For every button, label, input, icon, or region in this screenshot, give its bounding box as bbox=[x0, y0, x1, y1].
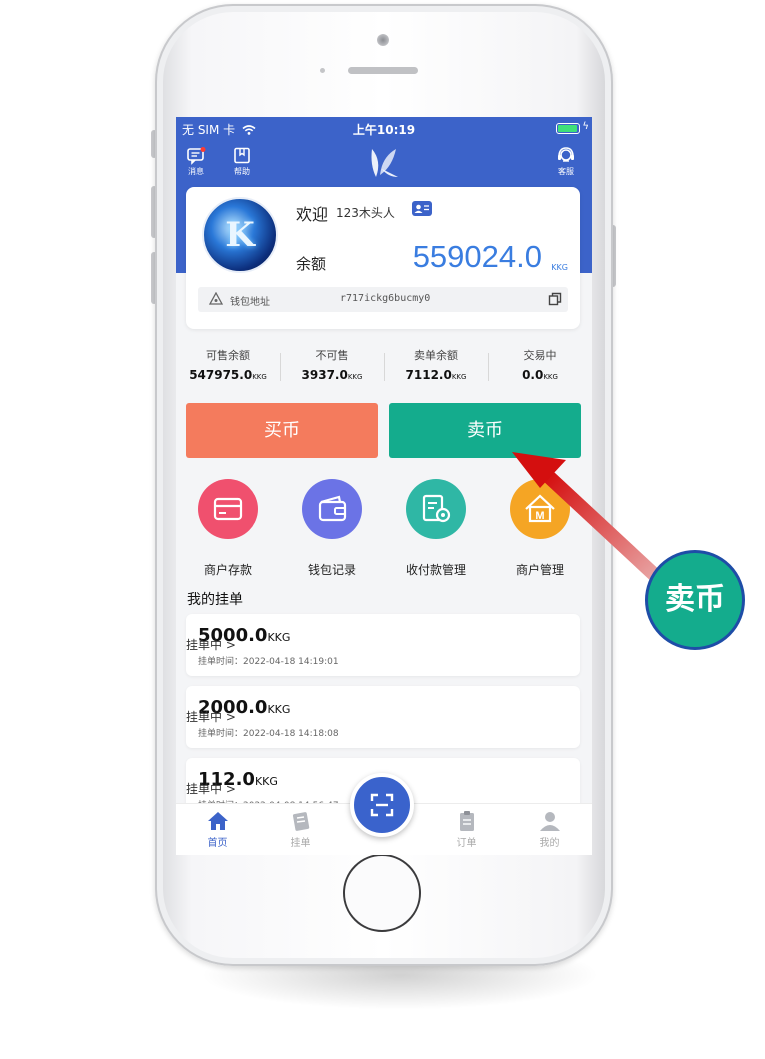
pointer-arrow-icon bbox=[512, 452, 665, 586]
sell-coin-callout: 卖币 bbox=[645, 550, 745, 650]
